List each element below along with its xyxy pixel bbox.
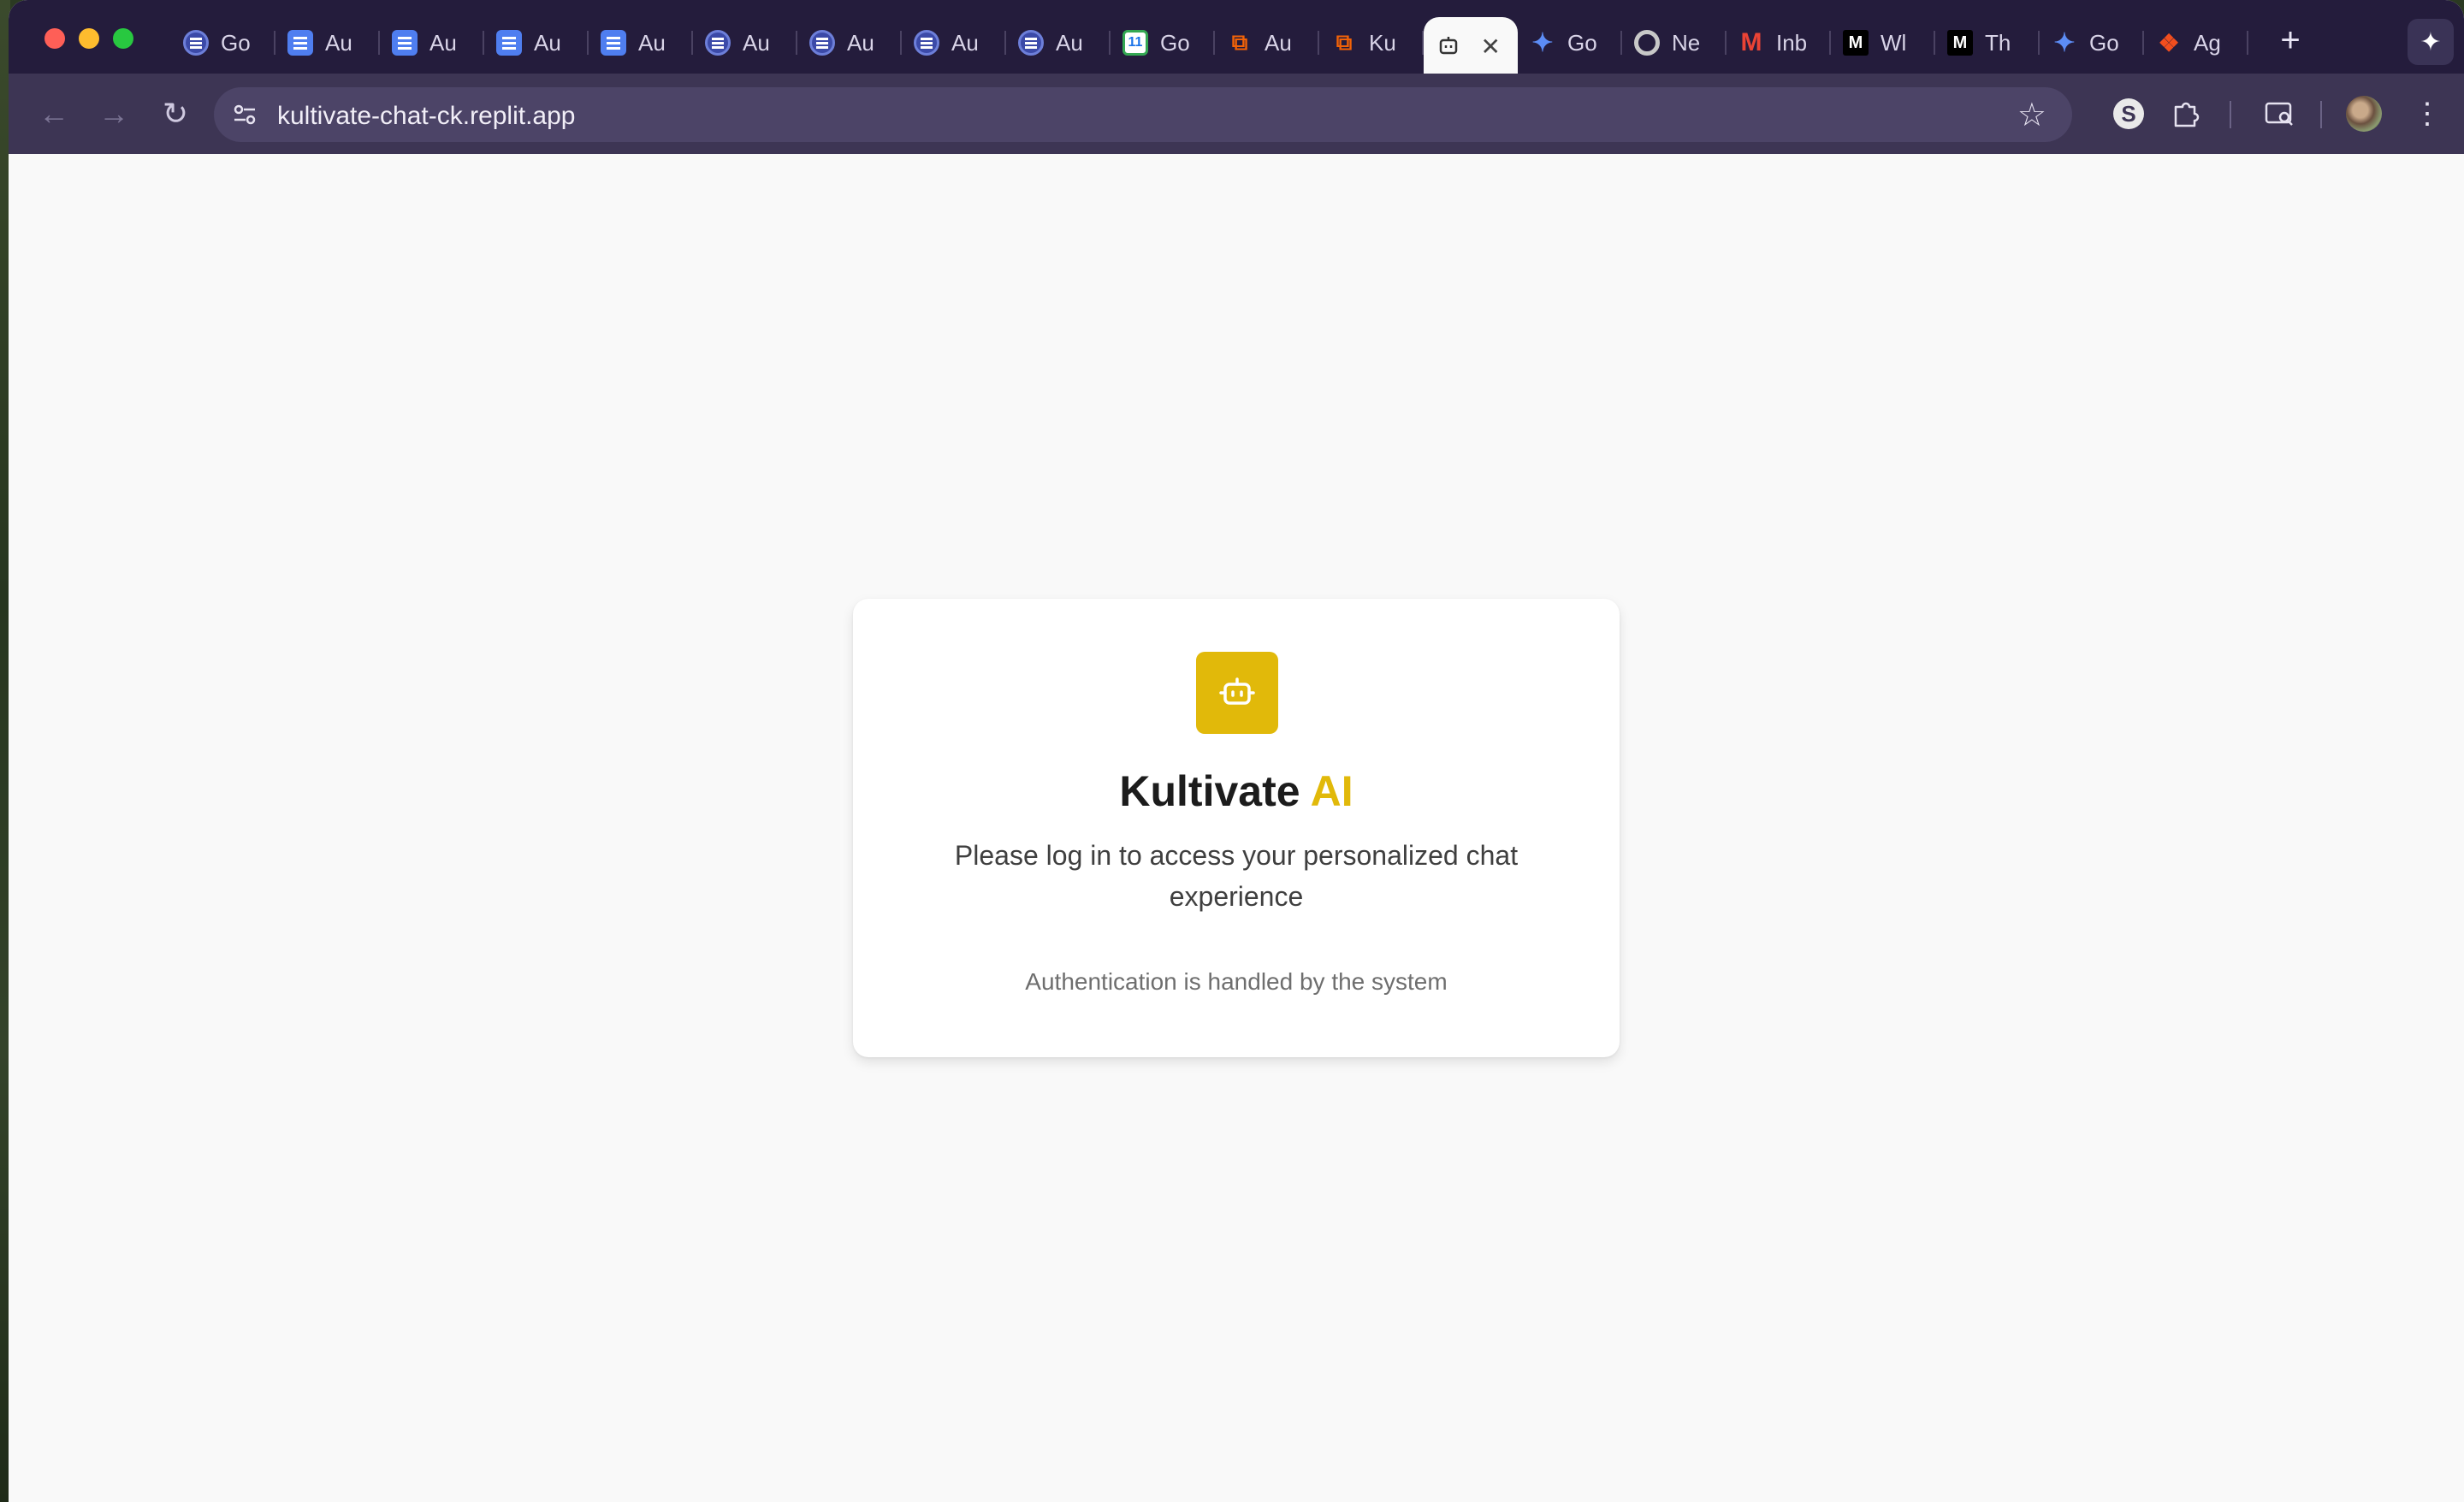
arrow-right-icon: → (98, 96, 129, 131)
browser-tab[interactable]: Au (589, 17, 693, 68)
figma-icon: ❖ (2158, 29, 2180, 56)
arrow-left-icon: ← (38, 96, 69, 131)
extensions-puzzle-icon[interactable] (2165, 92, 2207, 135)
tab-title: Wl (1881, 29, 1907, 56)
tab-title: Ku (1369, 29, 1396, 56)
gmail-icon: M (1740, 28, 1762, 56)
new-tab-button[interactable]: + (2269, 19, 2312, 62)
browser-tab[interactable]: 11 Go (1111, 17, 1215, 68)
tab-title: Au (429, 29, 457, 56)
browser-tab[interactable]: Ne (1622, 17, 1727, 68)
chrome-icon (1634, 30, 1660, 56)
tab-title: Th (1985, 29, 2011, 56)
url-text[interactable]: kultivate-chat-ck.replit.app (277, 102, 576, 131)
docs-icon (392, 30, 418, 56)
tab-title: Au (951, 29, 979, 56)
browser-toolbar: ← → ↻ kultivate-chat-ck.replit.app ☆ S ⋮ (9, 74, 2464, 154)
browser-tab[interactable]: Au (693, 17, 797, 68)
close-tab-icon[interactable]: ✕ (1481, 33, 1501, 61)
replit-icon: ⧉ (1336, 29, 1353, 55)
gemini-star-icon: ✦ (1531, 28, 1554, 57)
docs-icon (496, 30, 522, 56)
browser-tab[interactable]: Au (1006, 17, 1111, 68)
reload-button[interactable]: ↻ (156, 94, 195, 133)
tab-title: Au (534, 29, 561, 56)
browser-tab[interactable]: ❖ Ag (2144, 17, 2248, 68)
medium-icon: M (1843, 30, 1869, 56)
back-button[interactable]: ← (34, 94, 74, 133)
app-title-accent: AI (1310, 767, 1353, 815)
toolbar-divider (2230, 101, 2231, 128)
tab-strip: Go Au Au Au Au Au Au Au Au 11 Go ⧉ Au ⧉ Ku ✕ ✦ Go Ne M Inb M W… (9, 0, 2464, 75)
browser-tab[interactable]: Au (275, 17, 380, 68)
profile-avatar[interactable] (2346, 96, 2382, 132)
docs-ring-icon (705, 30, 731, 56)
replit-icon: ⧉ (1231, 29, 1248, 55)
browser-tab[interactable]: M Wl (1831, 17, 1935, 68)
browser-window: Go Au Au Au Au Au Au Au Au 11 Go ⧉ Au ⧉ Ku ✕ ✦ Go Ne M Inb M W… (9, 0, 2464, 1502)
browser-tab[interactable]: Au (797, 17, 902, 68)
tab-title: Go (221, 29, 251, 56)
tab-title: Go (1160, 29, 1190, 56)
tab-title: Ag (2194, 29, 2221, 56)
docs-ring-icon (914, 30, 939, 56)
page-content: Kultivate AI Please log in to access you… (9, 154, 2464, 1502)
browser-tab[interactable]: ⧉ Au (1215, 17, 1319, 68)
gemini-button[interactable]: ✦ (2408, 19, 2454, 65)
tab-title: Au (638, 29, 666, 56)
browser-tab[interactable]: Au (902, 17, 1006, 68)
toolbar-divider (2320, 101, 2322, 128)
browser-tab[interactable]: Au (380, 17, 484, 68)
docs-icon (601, 30, 626, 56)
tab-title: Au (1265, 29, 1292, 56)
forward-button[interactable]: → (94, 94, 133, 133)
tab-title: Au (1056, 29, 1083, 56)
tab-list: Go Au Au Au Au Au Au Au Au 11 Go ⧉ Au ⧉ Ku ✕ ✦ Go Ne M Inb M W… (171, 15, 2248, 75)
robot-icon (1436, 33, 1461, 59)
site-settings-icon[interactable] (231, 101, 258, 128)
gemini-star-icon: ✦ (2420, 27, 2442, 56)
tab-title: Au (325, 29, 352, 56)
tab-title: Go (2089, 29, 2119, 56)
bot-logo (1196, 652, 1278, 734)
bookmark-star-icon[interactable]: ☆ (2017, 96, 2046, 134)
browser-tab[interactable]: M Inb (1727, 17, 1831, 68)
gemini-star-icon: ✦ (2053, 28, 2076, 57)
tab-title: Go (1567, 29, 1597, 56)
browser-tab[interactable]: ✕ (1424, 17, 1518, 75)
robot-icon (1219, 677, 1255, 705)
close-window-button[interactable] (44, 28, 65, 49)
browser-tab[interactable]: M Th (1935, 17, 2040, 68)
docs-ring-icon (1018, 30, 1044, 56)
tab-title: Ne (1672, 29, 1701, 56)
minimize-window-button[interactable] (79, 28, 99, 49)
docs-icon (287, 30, 313, 56)
login-prompt: Please log in to access your personalize… (954, 840, 1519, 912)
browser-tab[interactable]: ⧉ Ku (1319, 17, 1424, 68)
tab-search-icon[interactable] (2259, 92, 2301, 135)
browser-tab[interactable]: ✦ Go (2040, 17, 2144, 68)
browser-tab[interactable]: Au (484, 17, 589, 68)
reload-icon: ↻ (162, 96, 189, 131)
app-title: Kultivate AI (853, 766, 1620, 816)
auth-note: Authentication is handled by the system (1025, 968, 1448, 995)
tab-title: Au (847, 29, 874, 56)
medium-icon: M (1947, 30, 1973, 56)
tab-title: Au (743, 29, 770, 56)
browser-tab[interactable]: ✦ Go (1518, 17, 1622, 68)
calendar-icon: 11 (1122, 30, 1148, 56)
address-bar[interactable]: kultivate-chat-ck.replit.app ☆ (214, 87, 2072, 142)
docs-ring-icon (809, 30, 835, 56)
tab-title: Inb (1776, 29, 1808, 56)
login-card: Kultivate AI Please log in to access you… (853, 599, 1620, 1057)
app-title-main: Kultivate (1119, 767, 1300, 815)
menu-kebab-icon[interactable]: ⋮ (2406, 92, 2449, 135)
fullscreen-window-button[interactable] (113, 28, 133, 49)
gemini-ring-icon (183, 30, 209, 56)
extension-s-icon[interactable]: S (2113, 98, 2144, 129)
browser-tab[interactable]: Go (171, 17, 275, 68)
